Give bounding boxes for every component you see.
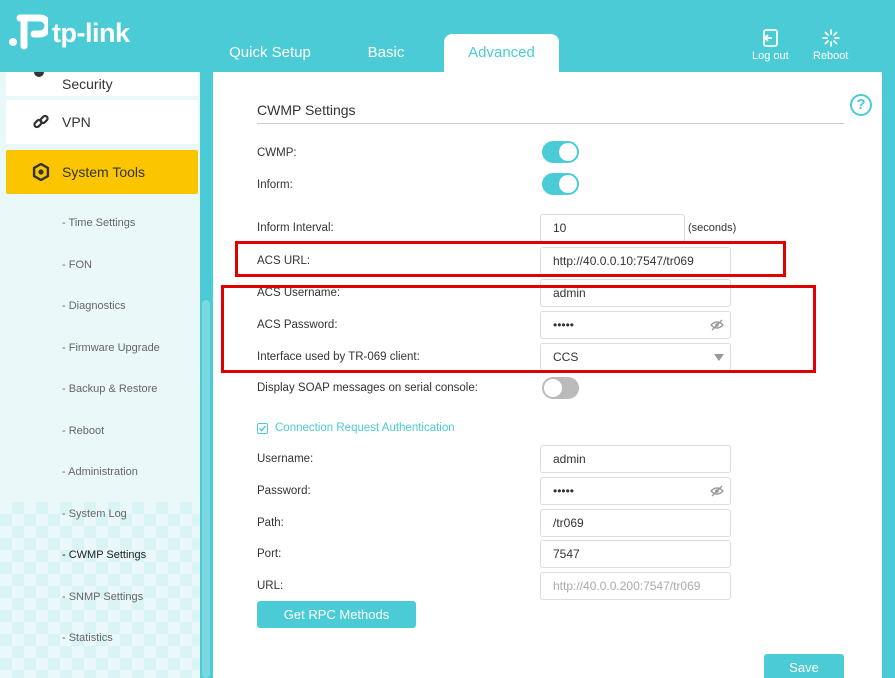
port-input[interactable]: 7547 (540, 540, 731, 568)
inform-interval-label: Inform Interval: (257, 222, 334, 234)
sidebar-sub-time-settings[interactable]: - Time Settings (62, 217, 135, 229)
title-divider (257, 123, 844, 124)
page-scrollbar[interactable] (882, 72, 895, 678)
sidebar-sub-snmp-settings[interactable]: - SNMP Settings (62, 591, 143, 603)
sidebar-pattern (0, 502, 200, 678)
port-label: Port: (257, 548, 282, 560)
sidebar-sub-firmware-upgrade[interactable]: - Firmware Upgrade (62, 342, 160, 354)
help-icon[interactable]: ? (850, 94, 872, 116)
url-label: URL: (257, 580, 284, 592)
gear-icon (32, 163, 50, 181)
main-panel: CWMP Settings ? CWMP: Inform: Inform Int… (213, 72, 882, 678)
sidebar: Security VPN System Tools - Time Setting… (0, 72, 200, 678)
tp-link-logo: tp-link (6, 12, 130, 54)
security-icon (34, 72, 44, 77)
sidebar-scrollbar-thumb[interactable] (202, 300, 210, 678)
save-button[interactable]: Save (764, 654, 844, 678)
sidebar-sub-administration[interactable]: - Administration (62, 466, 138, 478)
tp-link-logo-icon (6, 12, 52, 54)
inform-interval-unit: (seconds) (688, 222, 737, 234)
inform-label: Inform: (257, 179, 293, 191)
logout-label: Log out (752, 50, 789, 62)
sidebar-sub-cwmp-settings[interactable]: - CWMP Settings (62, 549, 146, 561)
sidebar-sub-reboot[interactable]: - Reboot (62, 425, 104, 437)
logout-button[interactable]: Log out (752, 28, 789, 62)
inform-toggle[interactable] (542, 173, 579, 195)
cwmp-toggle[interactable] (542, 141, 579, 163)
soap-label: Display SOAP messages on serial console: (257, 382, 478, 394)
page-title: CWMP Settings (257, 102, 356, 118)
username-value: admin (553, 452, 586, 466)
username-label: Username: (257, 453, 314, 465)
username-input[interactable]: admin (540, 445, 731, 473)
path-input[interactable]: /tr069 (540, 509, 731, 537)
logout-icon (763, 29, 779, 47)
cwmp-label: CWMP: (257, 147, 297, 159)
sidebar-sub-system-log[interactable]: - System Log (62, 508, 127, 520)
reboot-label: Reboot (813, 50, 849, 62)
conn-auth-label[interactable]: Connection Request Authentication (275, 422, 455, 434)
reboot-button[interactable]: Reboot (813, 28, 848, 62)
port-value: 7547 (553, 547, 580, 561)
tab-basic[interactable]: Basic (356, 34, 416, 72)
inform-interval-input[interactable]: 10 (540, 214, 685, 242)
inform-interval-value: 10 (553, 221, 567, 235)
tab-quick-setup[interactable]: Quick Setup (218, 34, 322, 72)
sidebar-sub-diagnostics[interactable]: - Diagnostics (62, 300, 126, 312)
password-label: Password: (257, 485, 311, 497)
password-input[interactable]: ••••• (540, 477, 731, 505)
sidebar-item-vpn[interactable]: VPN (6, 100, 198, 144)
conn-auth-checkbox[interactable] (257, 423, 268, 434)
hidden-eye-icon[interactable] (710, 485, 724, 497)
get-rpc-methods-button[interactable]: Get RPC Methods (257, 601, 416, 628)
sidebar-item-label: System Tools (62, 164, 145, 180)
sidebar-sub-statistics[interactable]: - Statistics (62, 632, 113, 644)
url-input[interactable]: http://40.0.0.200:7547/tr069 (540, 572, 731, 600)
sidebar-sub-backup-restore[interactable]: - Backup & Restore (62, 383, 157, 395)
checkmark-icon (258, 425, 267, 432)
reboot-icon (821, 29, 840, 47)
url-placeholder: http://40.0.0.200:7547/tr069 (553, 579, 701, 593)
path-value: /tr069 (553, 516, 584, 530)
tab-advanced[interactable]: Advanced (444, 34, 559, 72)
sidebar-sub-fon[interactable]: - FON (62, 259, 92, 271)
highlight-box-acs-credentials (221, 285, 816, 373)
sidebar-item-label: Security (62, 76, 113, 92)
sidebar-item-label: VPN (62, 114, 91, 130)
brand-name: tp-link (52, 17, 130, 48)
highlight-box-acs-url (235, 241, 786, 277)
sidebar-item-system-tools[interactable]: System Tools (6, 150, 198, 194)
path-label: Path: (257, 517, 284, 529)
soap-toggle[interactable] (542, 377, 579, 399)
password-value: ••••• (553, 484, 575, 498)
vpn-link-icon (33, 114, 49, 129)
